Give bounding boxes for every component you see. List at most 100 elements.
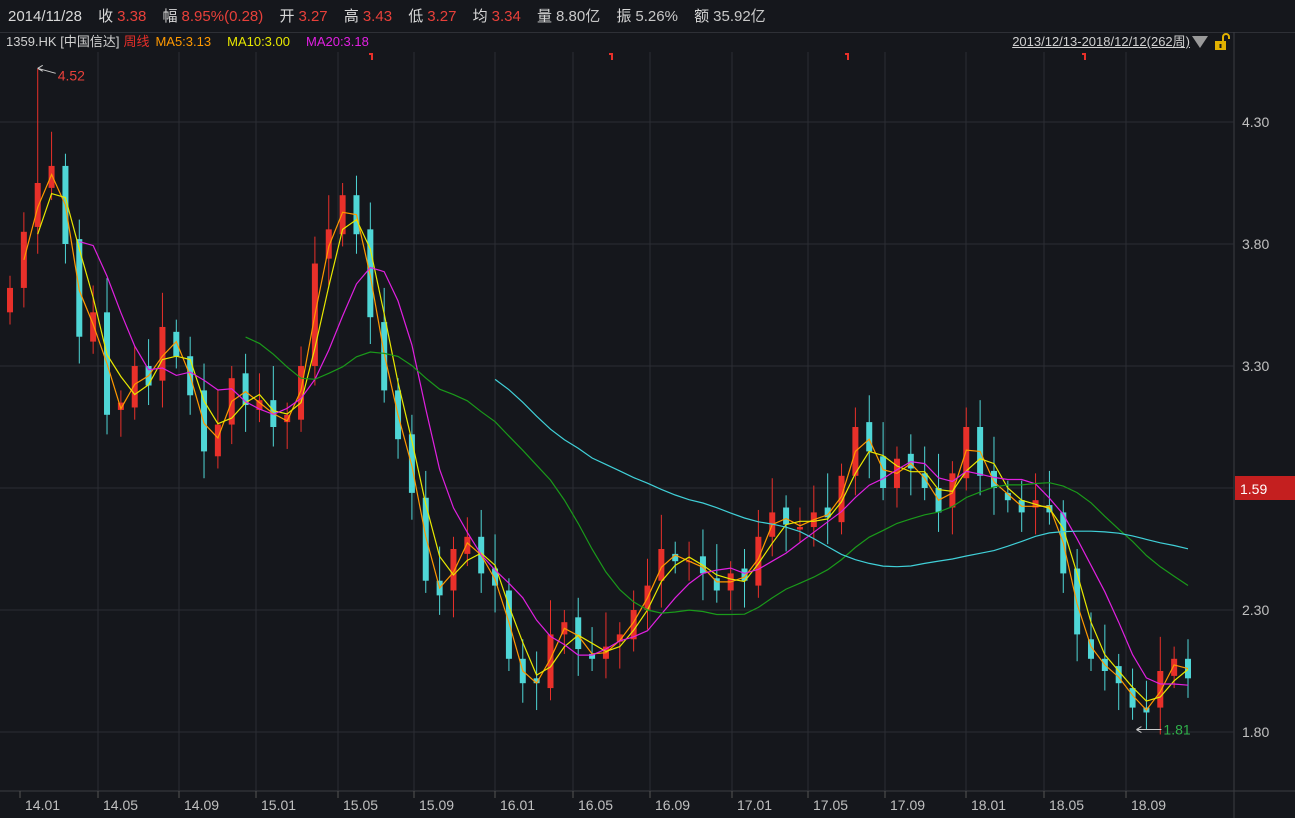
- candle-down: [1129, 688, 1136, 708]
- ma10-label: MA10:3.00: [227, 34, 290, 49]
- amplitude-value: 5.26%: [635, 8, 678, 25]
- low-value: 3.27: [427, 8, 457, 25]
- candle-down: [492, 568, 499, 586]
- open-value: 3.27: [298, 8, 328, 25]
- candle-down: [713, 578, 720, 591]
- volume-label: 量: [537, 8, 553, 25]
- ma5-label: MA5:3.13: [155, 34, 212, 49]
- candle-up: [298, 366, 305, 420]
- symbol-label: 1359.HK [中国信达]: [6, 34, 120, 49]
- candle-up: [159, 326, 166, 381]
- avg-label: 均: [472, 8, 488, 25]
- y-tick-label: 3.80: [1242, 236, 1269, 252]
- x-tick-label: 15.01: [261, 797, 296, 813]
- x-tick-label: 18.01: [971, 797, 1006, 813]
- candle-up: [769, 512, 776, 537]
- candle-up: [1032, 500, 1039, 508]
- period-label[interactable]: 周线: [123, 34, 149, 49]
- candle-down: [104, 312, 111, 415]
- candle-up: [339, 195, 346, 235]
- candle-down: [422, 497, 429, 581]
- x-tick-label: 14.09: [184, 797, 219, 813]
- candle-up: [755, 536, 762, 586]
- avg-value: 3.34: [491, 8, 521, 25]
- max-price-label: 4.52: [58, 67, 85, 83]
- x-tick-label: 16.09: [655, 797, 690, 813]
- candle-down: [1018, 500, 1025, 513]
- dropdown-triangle-icon[interactable]: [1192, 36, 1208, 48]
- candle-down: [367, 229, 374, 318]
- candle-down: [408, 434, 415, 493]
- candle-up: [963, 427, 970, 479]
- candle-down: [76, 239, 83, 337]
- y-tick-label: 4.30: [1242, 114, 1269, 130]
- x-tick-label: 16.01: [500, 797, 535, 813]
- ma20-line: [79, 241, 1189, 686]
- candle-up: [547, 634, 554, 689]
- amount-label: 额: [694, 8, 710, 25]
- x-tick-label: 15.09: [419, 797, 454, 813]
- y-tick-label: 3.30: [1242, 358, 1269, 374]
- candle-up: [284, 414, 291, 423]
- x-tick-label: 18.05: [1049, 797, 1084, 813]
- candle-down: [62, 165, 69, 244]
- year-marker: [1082, 53, 1086, 60]
- candle-up: [7, 287, 13, 313]
- candle-down: [533, 678, 540, 684]
- candle-down: [201, 390, 208, 452]
- candle-up: [658, 549, 665, 581]
- candle-down: [575, 617, 582, 650]
- candle-down: [977, 427, 984, 476]
- candle-up: [616, 634, 623, 642]
- candle-down: [589, 653, 596, 659]
- candlestick-chart[interactable]: 4.30 3.80 3.30 2.30 1.80 1.59 14.01 14.05 14.09 1…: [0, 0, 1295, 818]
- x-tick-label: 17.05: [813, 797, 848, 813]
- candle-up: [644, 585, 651, 610]
- candle-up: [1157, 671, 1164, 708]
- candle-up: [256, 400, 263, 410]
- candle-down: [866, 422, 873, 452]
- candle-down: [173, 331, 180, 357]
- high-value: 3.43: [362, 8, 393, 25]
- candle-up: [949, 473, 956, 508]
- x-tick-label: 16.05: [578, 797, 613, 813]
- ma120-line: [494, 378, 1189, 568]
- year-marker: [845, 53, 849, 60]
- year-marker: [369, 53, 373, 60]
- candle-up: [852, 427, 859, 476]
- unlock-icon[interactable]: [1214, 33, 1230, 51]
- candle-down: [145, 366, 152, 386]
- date-range-selector[interactable]: 2013/12/13-2018/12/12(262周): [1012, 33, 1190, 51]
- candle-up: [131, 366, 138, 408]
- candle-down: [1143, 707, 1150, 713]
- candle-down: [353, 195, 360, 235]
- ma10-line: [37, 192, 1189, 702]
- candle-down: [699, 556, 706, 574]
- candle-down: [921, 473, 928, 488]
- candle-up: [630, 610, 637, 640]
- candle-up: [48, 165, 55, 188]
- candle-down: [436, 580, 443, 596]
- y-tick-label: 1.80: [1242, 724, 1269, 740]
- quote-bar: 2014/11/28 收 3.38 幅 8.95%(0.28) 开 3.27 高 3.4…: [0, 0, 1295, 33]
- candle-up: [1171, 658, 1178, 676]
- change-value: 8.95%(0.28): [181, 8, 264, 25]
- candle-up: [90, 312, 97, 342]
- candle-down: [672, 553, 679, 562]
- ma20-label: MA20:3.18: [305, 34, 369, 49]
- candle-up: [228, 378, 235, 425]
- candle-down: [741, 568, 748, 581]
- candle-up: [20, 231, 27, 288]
- volume-value: 8.80亿: [556, 8, 601, 25]
- candle-down: [478, 536, 485, 574]
- candle-down: [1074, 568, 1081, 635]
- candle-down: [1087, 639, 1094, 659]
- candle-down: [990, 470, 997, 488]
- candle-up: [686, 561, 693, 563]
- chart-legend: 1359.HK [中国信达] 周线 MA5:3.13 MA10:3.00 MA20:3.…: [0, 32, 369, 52]
- x-tick-label: 14.01: [25, 797, 60, 813]
- ma60-line: [245, 336, 1189, 616]
- y-tick-label: 2.30: [1242, 602, 1269, 618]
- candle-down: [395, 390, 402, 440]
- candle-down: [824, 507, 831, 518]
